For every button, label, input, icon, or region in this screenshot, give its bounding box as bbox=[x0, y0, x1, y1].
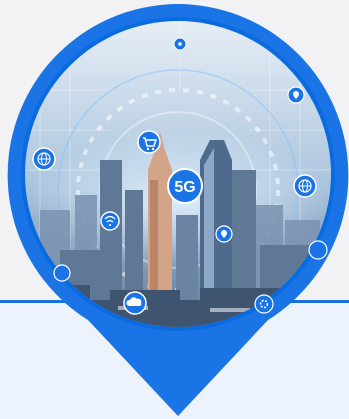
globe-icon bbox=[293, 174, 317, 198]
location-pin-icon bbox=[215, 225, 233, 243]
globe-icon bbox=[32, 147, 56, 171]
location-pin-icon bbox=[173, 37, 187, 51]
location-pin-graphic: 5G bbox=[7, 4, 349, 416]
5g-label: 5G bbox=[174, 179, 195, 196]
shopping-cart-icon bbox=[137, 130, 161, 154]
5g-badge: 5G bbox=[167, 168, 203, 204]
globe-icon bbox=[53, 264, 71, 282]
cloud-icon bbox=[123, 291, 147, 315]
wifi-icon bbox=[100, 211, 120, 231]
gear-icon bbox=[254, 294, 274, 314]
location-pin-icon bbox=[287, 86, 305, 104]
globe-icon bbox=[308, 240, 328, 260]
